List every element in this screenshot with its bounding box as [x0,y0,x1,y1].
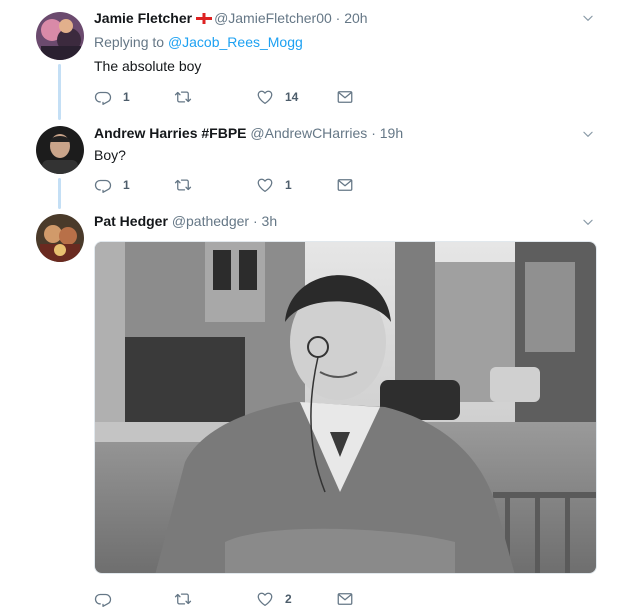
replying-to: Replying to @Jacob_Rees_Mogg [94,33,303,51]
avatar[interactable] [36,126,84,174]
chevron-down-icon[interactable] [581,127,595,141]
retweet-icon [174,176,192,194]
reply-icon [94,176,112,194]
user-handle[interactable]: @JamieFletcher00 [214,10,332,26]
timestamp[interactable]: 3h [262,213,278,229]
tweet-actions: 1 14 [94,87,394,107]
timestamp[interactable]: 19h [380,125,403,141]
avatar[interactable] [36,12,84,60]
message-button[interactable] [336,589,354,609]
reply-icon [94,88,112,106]
tweet-text: Boy? [94,147,126,163]
like-count: 1 [285,178,292,192]
user-handle[interactable]: @pathedger [172,213,249,229]
display-name[interactable]: Andrew Harries #FBPE [94,125,247,141]
message-button[interactable] [336,87,354,107]
tweet-text: The absolute boy [94,58,202,74]
tweet-actions: 2 [94,589,394,609]
timestamp[interactable]: 20h [344,10,367,26]
envelope-icon [336,176,354,194]
reply-count: 1 [123,90,130,104]
user-handle[interactable]: @AndrewCHarries [250,125,367,141]
retweet-button[interactable] [174,87,203,107]
england-flag-icon [196,10,213,24]
mention-link[interactable]: @Jacob_Rees_Mogg [168,34,303,50]
reply-button[interactable] [94,589,123,609]
tweet-header: Pat Hedger @pathedger · 3h [94,212,277,230]
heart-icon [256,88,274,106]
retweet-button[interactable] [174,589,203,609]
heart-icon [256,176,274,194]
chevron-down-icon[interactable] [581,11,595,25]
chevron-down-icon[interactable] [581,215,595,229]
avatar[interactable] [36,214,84,262]
retweet-icon [174,590,192,608]
like-count: 14 [285,90,299,104]
reply-button[interactable]: 1 [94,175,130,195]
retweet-button[interactable] [174,175,203,195]
display-name[interactable]: Pat Hedger [94,213,168,229]
heart-icon [256,590,274,608]
reply-button[interactable]: 1 [94,87,130,107]
photo-image [95,242,596,573]
like-button[interactable]: 2 [256,589,292,609]
retweet-icon [174,88,192,106]
reply-icon [94,590,112,608]
tweet-header: Andrew Harries #FBPE @AndrewCHarries · 1… [94,124,403,142]
like-count: 2 [285,592,292,606]
tweet-photo[interactable] [94,241,597,574]
envelope-icon [336,590,354,608]
envelope-icon [336,88,354,106]
thread-line [58,178,61,209]
tweet-actions: 1 1 [94,175,394,195]
message-button[interactable] [336,175,354,195]
separator-dot: · [252,213,258,229]
separator-dot: · [335,10,341,26]
thread-line [58,64,61,120]
like-button[interactable]: 1 [256,175,292,195]
display-name[interactable]: Jamie Fletcher [94,10,192,26]
replying-to-label: Replying to [94,34,165,50]
like-button[interactable]: 14 [256,87,298,107]
reply-count: 1 [123,178,130,192]
separator-dot: · [371,125,376,141]
tweet-header: Jamie Fletcher @JamieFletcher00 · 20h [94,9,368,27]
